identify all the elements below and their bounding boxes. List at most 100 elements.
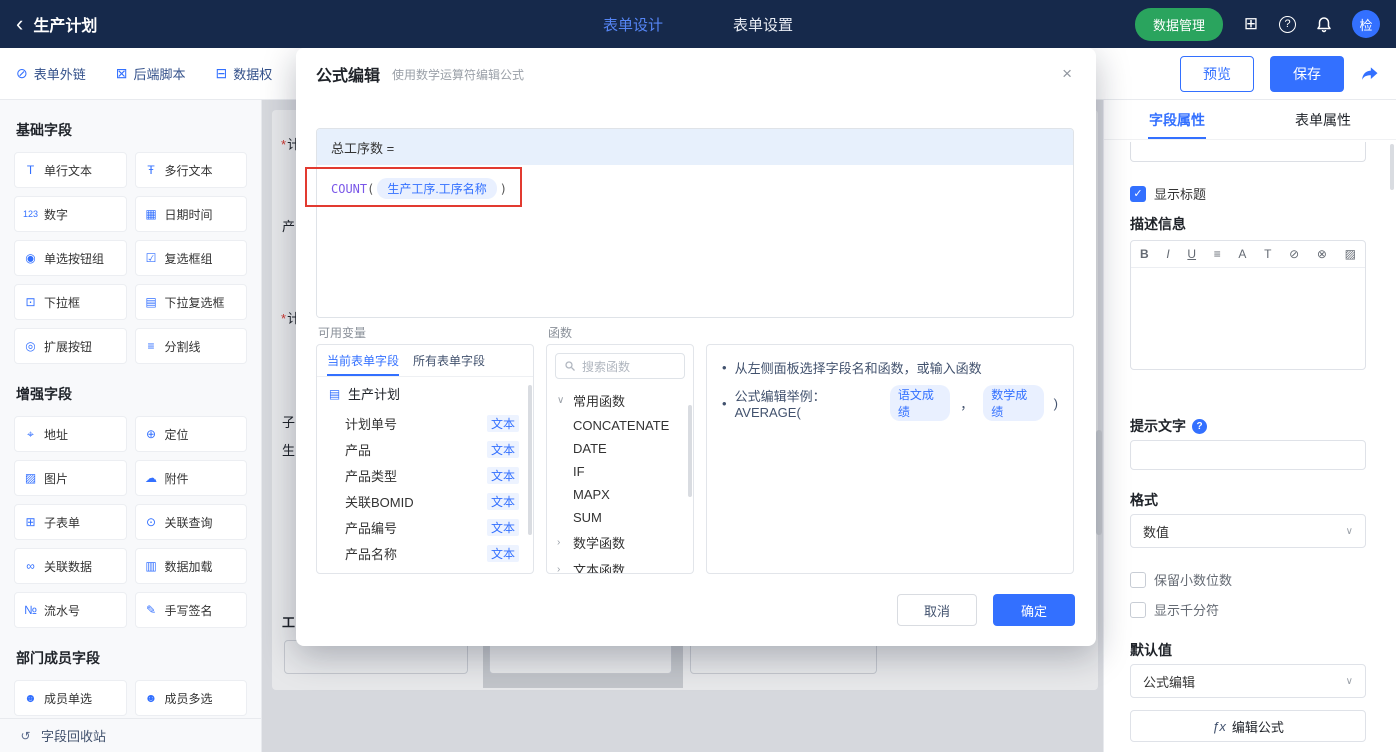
variable-row[interactable]: 关联BOMID 文本: [317, 488, 533, 514]
align-icon[interactable]: ≡: [1214, 247, 1221, 261]
field-item-image[interactable]: ▨ 图片: [14, 460, 127, 496]
formula-field-pill[interactable]: 生产工序.工序名称: [377, 178, 497, 199]
bell-icon[interactable]: [1314, 14, 1334, 34]
back-icon[interactable]: ‹: [16, 13, 23, 35]
variable-row[interactable]: 产品名称 文本: [317, 540, 533, 566]
unchecked-checkbox-icon[interactable]: [1130, 571, 1146, 588]
variable-name: 产品类型: [345, 468, 398, 484]
function-item[interactable]: DATE: [547, 437, 693, 460]
field-item-extend-button[interactable]: ◎ 扩展按钮: [14, 328, 127, 364]
hint-text-input[interactable]: [1130, 440, 1366, 470]
function-group-common[interactable]: ∨ 常用函数: [547, 387, 693, 414]
underline-icon[interactable]: U: [1187, 247, 1196, 261]
topbar: ‹ 生产计划 表单设计 表单设置 数据管理 ⊞ ? 检: [0, 0, 1396, 48]
function-item[interactable]: IF: [547, 460, 693, 483]
data-manage-button[interactable]: 数据管理: [1134, 7, 1223, 41]
unchecked-checkbox-icon[interactable]: [1130, 601, 1146, 618]
data-load-icon: ▥: [145, 559, 157, 573]
field-item-location[interactable]: ⊕ 定位: [134, 416, 247, 452]
toolbar-item-backend-script[interactable]: ⊠ 后端脚本: [116, 64, 186, 83]
field-item-attachment[interactable]: ☁ 附件: [134, 460, 247, 496]
field-item-number[interactable]: 123 数字: [14, 196, 127, 232]
chevron-down-icon: ∨: [1345, 675, 1353, 687]
field-item-divider[interactable]: ≡ 分割线: [134, 328, 247, 364]
apps-icon[interactable]: ⊞: [1241, 14, 1261, 34]
field-item-related-query[interactable]: ⊙ 关联查询: [134, 504, 247, 540]
share-icon[interactable]: [1360, 64, 1380, 84]
canvas-scrollbar[interactable]: [1096, 430, 1102, 535]
unlink-icon[interactable]: ⊗: [1317, 247, 1327, 261]
variable-row[interactable]: 产品类型 文本: [317, 462, 533, 488]
field-item-member-single[interactable]: ☻ 成员单选: [14, 680, 127, 716]
variables-scrollbar[interactable]: [528, 385, 532, 535]
function-search-input[interactable]: 搜索函数: [555, 353, 685, 379]
toolbar-actions: 预览 保存: [1180, 55, 1380, 92]
function-item[interactable]: SUM: [547, 506, 693, 529]
field-item-related-data[interactable]: ∞ 关联数据: [14, 548, 127, 584]
tab-form-settings[interactable]: 表单设置: [733, 14, 793, 35]
link-icon[interactable]: ⊘: [1289, 247, 1299, 261]
format-select[interactable]: 数值 ∨: [1130, 514, 1366, 548]
field-recycle-bin[interactable]: ↺ 字段回收站: [0, 718, 261, 752]
italic-icon[interactable]: I: [1166, 247, 1169, 261]
bold-icon[interactable]: B: [1140, 247, 1149, 261]
decimal-places-option[interactable]: 保留小数位数: [1130, 570, 1366, 589]
cancel-button[interactable]: 取消: [897, 594, 977, 626]
function-item[interactable]: MAPX: [547, 483, 693, 506]
avatar[interactable]: 检: [1352, 10, 1380, 38]
field-item-label: 扩展按钮: [44, 339, 93, 354]
field-item-subform[interactable]: ⊞ 子表单: [14, 504, 127, 540]
variable-row[interactable]: 产品编号 文本: [317, 514, 533, 540]
font-color-icon[interactable]: A: [1238, 247, 1246, 261]
hint-help-icon[interactable]: ?: [1192, 418, 1207, 434]
field-item-data-load[interactable]: ▥ 数据加载: [134, 548, 247, 584]
tab-field-properties[interactable]: 字段属性: [1104, 100, 1250, 139]
edit-formula-button[interactable]: ƒx 编辑公式: [1130, 710, 1366, 742]
example-field-pill: 语文成绩: [889, 385, 951, 421]
variable-row[interactable]: 产品 文本: [317, 436, 533, 462]
default-value-select[interactable]: 公式编辑 ∨: [1130, 664, 1366, 698]
properties-scrollbar[interactable]: [1390, 144, 1394, 190]
insert-image-icon[interactable]: ▨: [1345, 247, 1356, 261]
thousand-separator-option[interactable]: 显示千分符: [1130, 600, 1366, 619]
preview-button[interactable]: 预览: [1180, 55, 1254, 92]
function-group-math[interactable]: › 数学函数: [547, 529, 693, 556]
field-item-radio-group[interactable]: ◉ 单选按钮组: [14, 240, 127, 276]
image-icon: ▨: [24, 471, 37, 485]
field-item-multi-text[interactable]: Ŧ 多行文本: [134, 152, 247, 188]
close-icon[interactable]: ×: [1062, 64, 1072, 84]
data-permission-icon: ⊟: [215, 65, 228, 81]
variable-name: 产品编号: [345, 520, 398, 536]
field-item-single-text[interactable]: T 单行文本: [14, 152, 127, 188]
functions-scrollbar[interactable]: [688, 405, 692, 497]
function-group-text[interactable]: › 文本函数: [547, 556, 693, 573]
field-item-member-multi[interactable]: ☻ 成员多选: [134, 680, 247, 716]
formula-open-paren: (: [367, 182, 375, 196]
checked-checkbox-icon[interactable]: ✓: [1130, 185, 1146, 202]
confirm-button[interactable]: 确定: [993, 594, 1075, 626]
variable-row[interactable]: 计划单号 文本: [317, 410, 533, 436]
field-item-signature[interactable]: ✎ 手写签名: [134, 592, 247, 628]
toolbar-item-external-link[interactable]: ⊘ 表单外链: [16, 64, 86, 83]
help-icon[interactable]: ?: [1279, 15, 1296, 33]
toolbar-item-data-permission[interactable]: ⊟ 数据权: [216, 64, 273, 83]
tab-current-form-fields[interactable]: 当前表单字段: [327, 345, 400, 376]
show-title-option[interactable]: ✓ 显示标题: [1130, 184, 1366, 203]
tab-form-design[interactable]: 表单设计: [603, 14, 663, 35]
tab-form-properties[interactable]: 表单属性: [1250, 100, 1396, 139]
field-item-multi-select[interactable]: ▤ 下拉复选框: [134, 284, 247, 320]
save-button[interactable]: 保存: [1270, 55, 1344, 92]
variable-type-badge: 文本: [486, 544, 519, 562]
field-item-checkbox-group[interactable]: ☑ 复选框组: [134, 240, 247, 276]
font-size-icon[interactable]: T: [1264, 247, 1271, 261]
function-item[interactable]: CONCATENATE: [547, 414, 693, 437]
formula-input-area[interactable]: COUNT(生产工序.工序名称): [317, 165, 1073, 317]
variables-tree-root[interactable]: ▤ 生产计划: [317, 377, 533, 410]
description-editor[interactable]: B I U ≡ A T ⊘ ⊗ ▨: [1130, 240, 1366, 370]
field-item-address[interactable]: ⌖ 地址: [14, 416, 127, 452]
field-item-serial-number[interactable]: № 流水号: [14, 592, 127, 628]
field-item-datetime[interactable]: ▦ 日期时间: [134, 196, 247, 232]
field-item-select[interactable]: ⊡ 下拉框: [14, 284, 127, 320]
tab-all-form-fields[interactable]: 所有表单字段: [413, 345, 485, 376]
title-input-partial[interactable]: [1130, 142, 1366, 162]
